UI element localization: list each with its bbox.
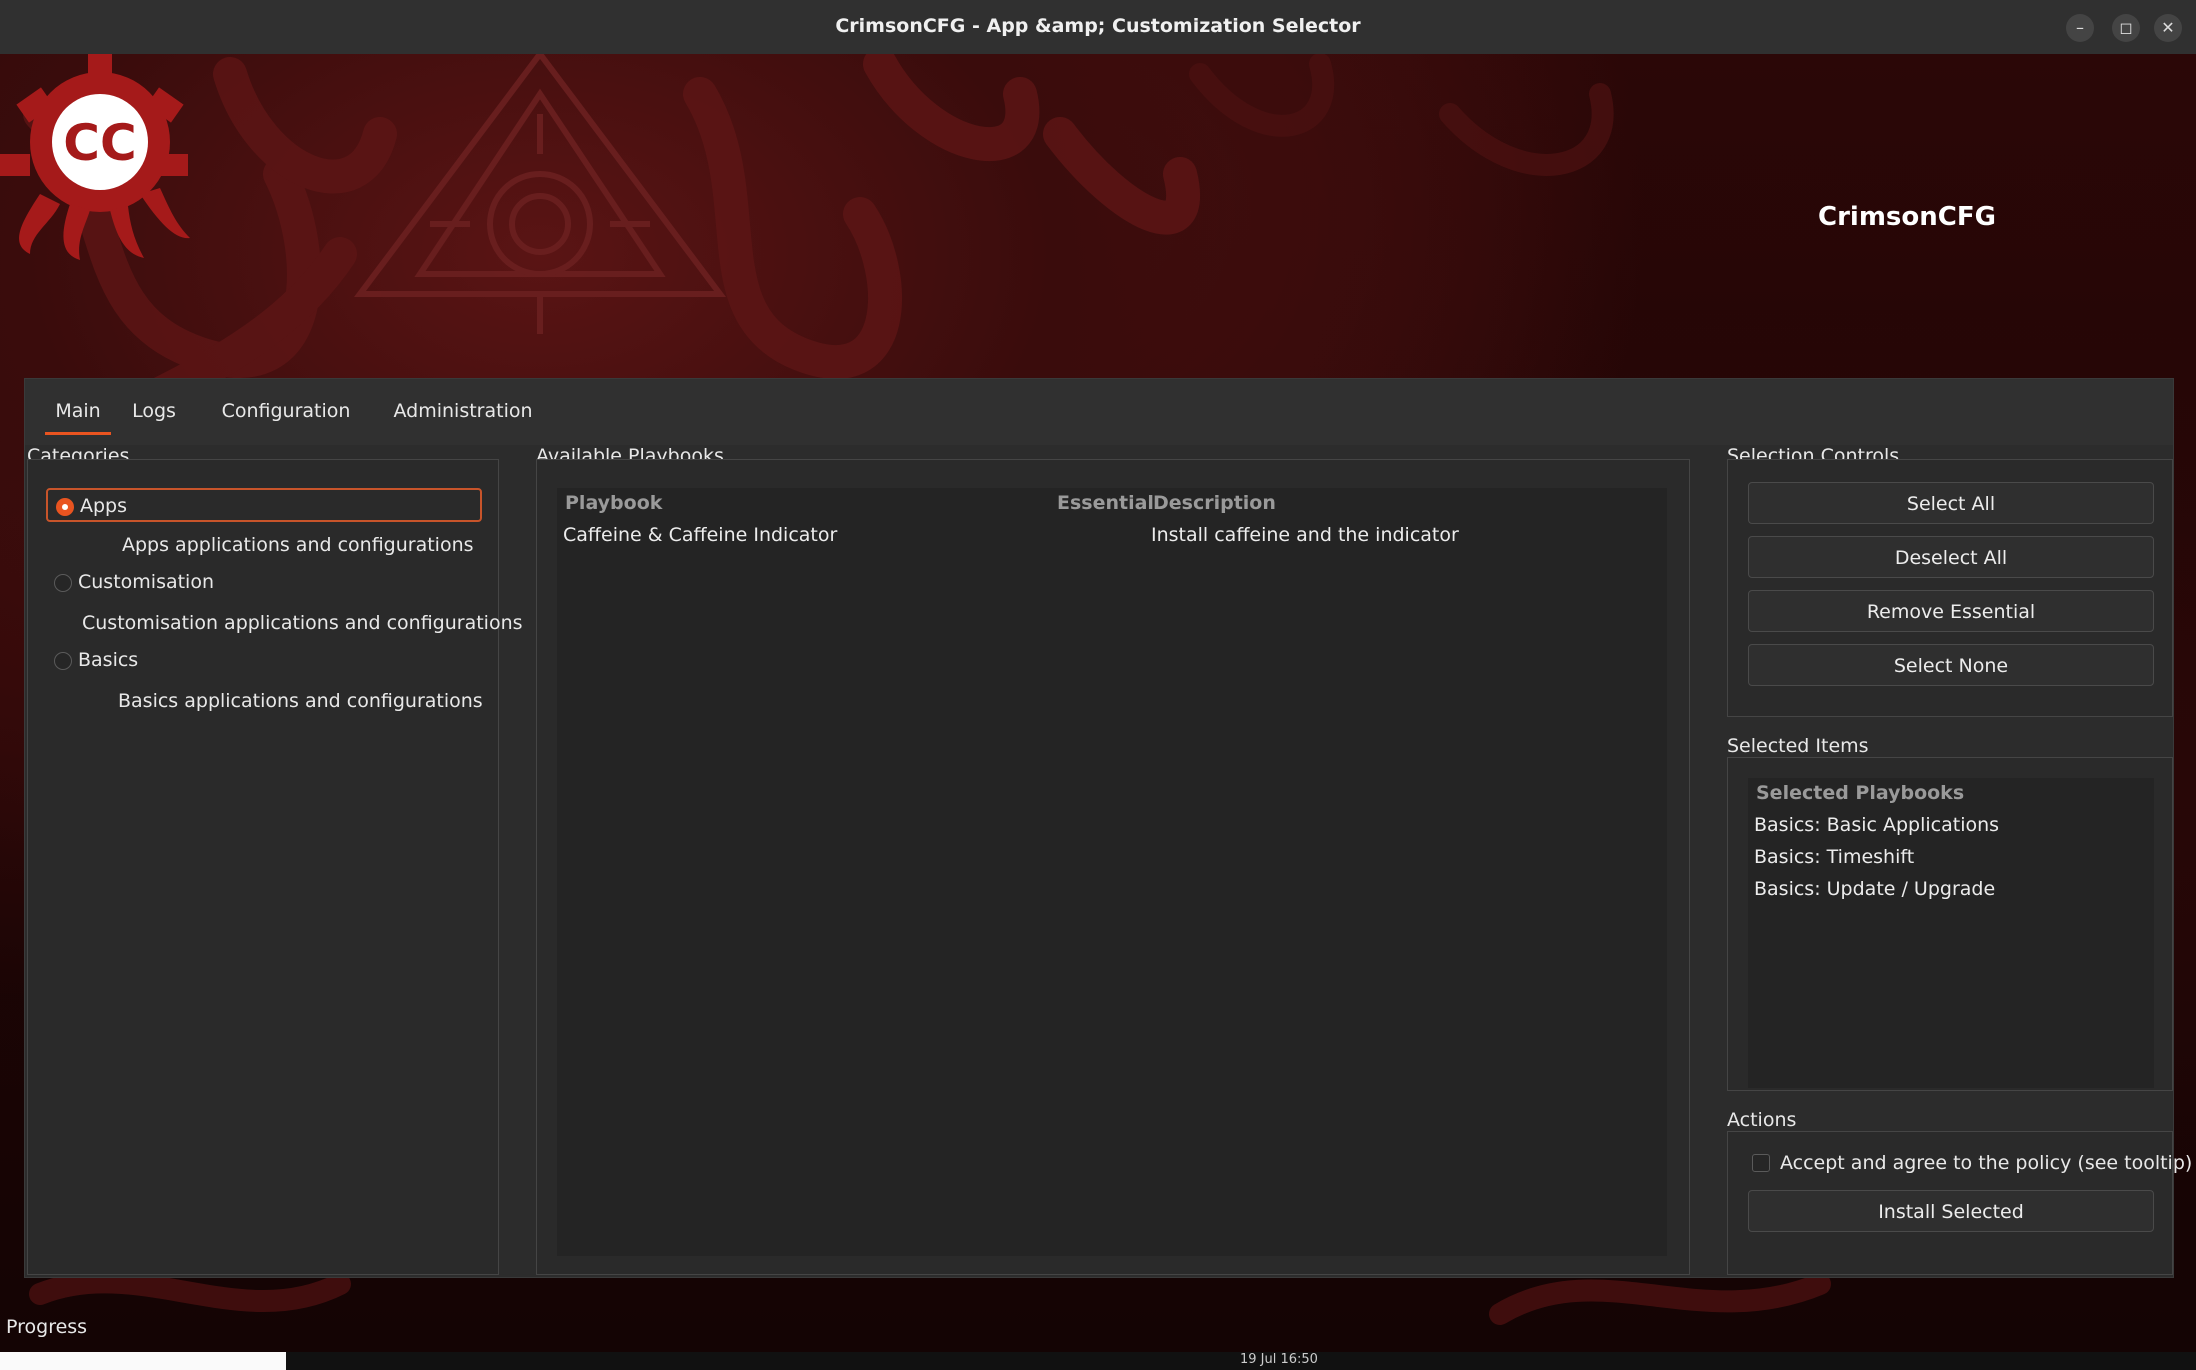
select-none-button[interactable]: Select None xyxy=(1748,644,2154,686)
list-item[interactable]: Basics: Timeshift xyxy=(1754,846,1914,868)
category-radio-apps[interactable]: Apps xyxy=(46,488,482,522)
taskbar-window-preview xyxy=(0,1352,286,1370)
category-radio-basics[interactable]: Basics xyxy=(46,644,482,678)
tab-administration[interactable]: Administration xyxy=(375,391,551,431)
category-name: Customisation xyxy=(78,571,215,593)
policy-checkbox[interactable] xyxy=(1752,1154,1770,1172)
selected-items-label: Selected Items xyxy=(1727,735,1869,757)
category-description-customisation: Customisation applications and configura… xyxy=(82,612,523,634)
category-description-basics: Basics applications and configurations xyxy=(118,690,483,712)
list-item[interactable]: Basics: Update / Upgrade xyxy=(1754,878,1995,900)
radio-unchecked-icon xyxy=(54,574,72,592)
crimsoncfg-logo: CC xyxy=(0,54,190,260)
progress-label: Progress xyxy=(6,1316,88,1338)
playbooks-frame: Playbook Essential Description Caffeine … xyxy=(536,459,1690,1275)
playbooks-table[interactable]: Playbook Essential Description Caffeine … xyxy=(557,488,1667,1256)
radio-checked-icon xyxy=(56,498,74,516)
maximize-icon[interactable]: ◻ xyxy=(2112,14,2140,42)
window-title: CrimsonCFG - App &amp; Customization Sel… xyxy=(835,15,1361,37)
actions-label: Actions xyxy=(1727,1109,1797,1131)
selected-playbooks-list[interactable]: Selected Playbooks Basics: Basic Applica… xyxy=(1748,778,2154,1088)
category-description-apps: Apps applications and configurations xyxy=(122,534,474,556)
cell-playbook: Caffeine & Caffeine Indicator xyxy=(563,524,838,546)
close-icon[interactable]: ✕ xyxy=(2154,14,2182,42)
taskbar: 19 Jul 16:50 xyxy=(0,1352,2196,1370)
remove-essential-button[interactable]: Remove Essential xyxy=(1748,590,2154,632)
install-selected-button[interactable]: Install Selected xyxy=(1748,1190,2154,1232)
tab-main[interactable]: Main xyxy=(45,391,111,435)
categories-frame: Apps Apps applications and configuration… xyxy=(27,459,523,1275)
selected-playbooks-header: Selected Playbooks xyxy=(1756,782,1965,804)
logo-text: CC xyxy=(63,114,136,172)
app-window: CrimsonCFG - App &amp; Customization Sel… xyxy=(0,0,2196,1352)
category-name: Basics xyxy=(78,649,139,671)
category-name: Apps xyxy=(80,495,128,517)
minimize-icon[interactable]: – xyxy=(2066,14,2094,42)
selected-items-frame: Selected Playbooks Basics: Basic Applica… xyxy=(1727,757,2173,1091)
radio-unchecked-icon xyxy=(54,652,72,670)
actions-frame: Accept and agree to the policy (see tool… xyxy=(1727,1131,2192,1275)
selection-controls-frame: Select All Deselect All Remove Essential… xyxy=(1727,459,2173,717)
brand-name: CrimsonCFG xyxy=(1818,202,1996,232)
title-bar: CrimsonCFG - App &amp; Customization Sel… xyxy=(0,0,2196,55)
list-item[interactable]: Basics: Basic Applications xyxy=(1754,814,1999,836)
status-bar: Progress xyxy=(0,1304,2196,1352)
main-panel: Main Logs Configuration Administration C… xyxy=(24,378,2192,1278)
column-header-essential[interactable]: Essential xyxy=(1057,492,1154,514)
tab-bar: Main Logs Configuration Administration xyxy=(25,379,2173,445)
taskbar-clock: 19 Jul 16:50 xyxy=(1240,1352,1318,1367)
tab-logs[interactable]: Logs xyxy=(129,391,179,431)
table-row[interactable]: Caffeine & Caffeine Indicator Install ca… xyxy=(557,520,1667,550)
deselect-all-button[interactable]: Deselect All xyxy=(1748,536,2154,578)
policy-checkbox-label[interactable]: Accept and agree to the policy (see tool… xyxy=(1780,1152,2192,1174)
cell-description: Install caffeine and the indicator xyxy=(1151,524,1459,546)
tab-configuration[interactable]: Configuration xyxy=(213,391,359,431)
category-radio-customisation[interactable]: Customisation xyxy=(46,566,482,600)
select-all-button[interactable]: Select All xyxy=(1748,482,2154,524)
column-header-playbook[interactable]: Playbook xyxy=(565,492,662,514)
column-header-description[interactable]: Description xyxy=(1153,492,1276,514)
